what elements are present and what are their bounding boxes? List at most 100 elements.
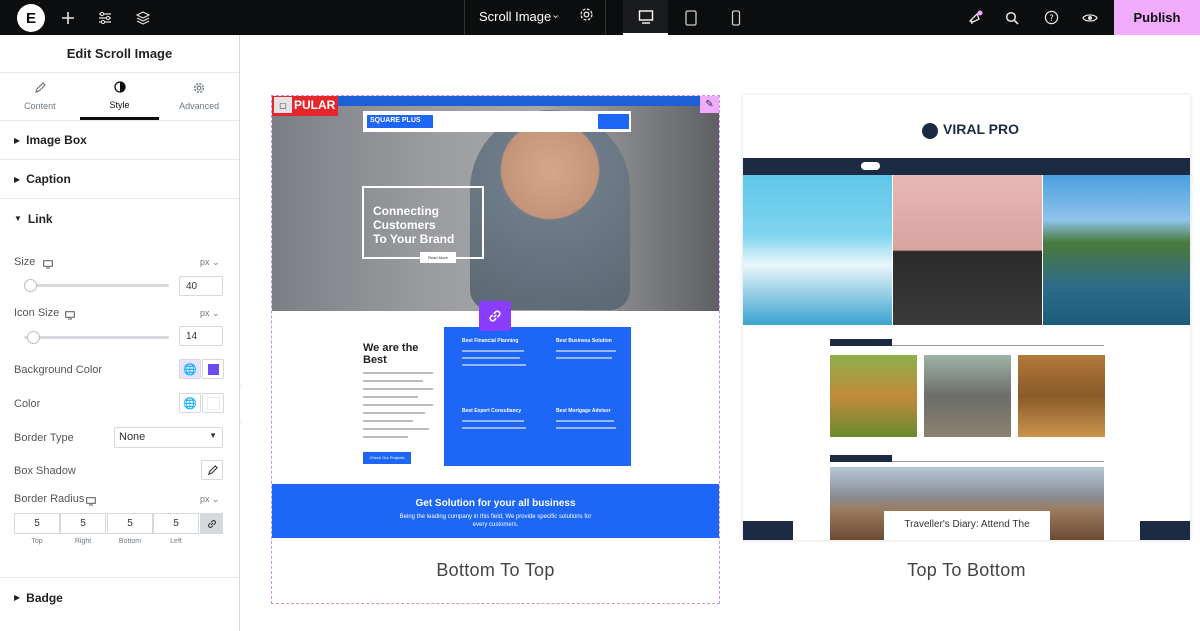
tablet-view-icon[interactable] <box>668 0 713 35</box>
text-line <box>462 357 520 359</box>
caret-down-icon: ▼ <box>14 214 22 223</box>
border-radius-label: Border Radius <box>14 493 85 505</box>
caption-bottom-to-top: Bottom To Top <box>436 560 555 580</box>
section-tag <box>830 339 892 346</box>
icon-size-unit-text: px <box>200 308 210 318</box>
viral-pro-nav-active <box>861 162 880 170</box>
tab-content[interactable]: Content <box>0 73 80 120</box>
border-type-label: Border Type <box>14 432 74 444</box>
size-unit[interactable]: px ⌄ <box>200 257 220 268</box>
icon-size-slider-handle[interactable] <box>27 331 40 344</box>
color-label: Color <box>14 398 41 410</box>
elephant-thumbnail <box>924 355 1011 437</box>
text-line <box>363 436 408 438</box>
radius-left-input[interactable]: 5 <box>153 513 199 534</box>
global-colors-icon[interactable]: 🌐 <box>179 359 201 379</box>
island-image <box>1043 175 1190 325</box>
border-type-select[interactable]: None ▼ <box>114 427 223 448</box>
box-shadow-edit-button[interactable] <box>201 460 223 480</box>
box-shadow-label: Box Shadow <box>14 465 76 477</box>
publish-button[interactable]: Publish <box>1114 0 1200 35</box>
text-line <box>363 372 433 374</box>
service-title: Best Business Solution <box>556 338 612 344</box>
service-title: Best Mortgage Advisor <box>556 408 611 414</box>
elementor-logo[interactable]: E <box>17 4 45 32</box>
add-element-icon[interactable] <box>56 0 80 35</box>
tab-advanced-label: Advanced <box>179 101 220 111</box>
mobile-view-icon[interactable] <box>713 0 758 35</box>
section-caption-label: Caption <box>26 172 71 186</box>
size-unit-text: px <box>200 257 210 267</box>
gear-icon[interactable] <box>579 7 594 27</box>
hero-heading-line: Customers <box>373 218 436 232</box>
lion-thumbnail <box>830 355 917 437</box>
edit-widget-icon[interactable]: ✎ <box>700 96 719 113</box>
radius-right-label: Right <box>74 538 92 545</box>
icon-size-unit[interactable]: px ⌄ <box>200 308 220 319</box>
site-top-strip <box>336 96 719 106</box>
radius-bottom-input[interactable]: 5 <box>107 513 153 534</box>
svg-text:?: ? <box>1049 13 1053 23</box>
radius-bottom-label: Bottom <box>118 538 142 545</box>
size-slider-handle[interactable] <box>24 279 37 292</box>
size-input[interactable]: 40 <box>179 276 223 296</box>
viral-pro-nav <box>743 158 1190 175</box>
radius-top-input[interactable]: 5 <box>14 513 60 534</box>
document-settings[interactable]: Scroll Image ⌄ <box>464 0 606 35</box>
icon-size-input[interactable]: 14 <box>179 326 223 346</box>
link-values-icon[interactable] <box>200 513 223 534</box>
service-title: Best Expert Consultancy <box>462 408 522 414</box>
text-line <box>556 350 616 352</box>
global-colors-icon[interactable]: 🌐 <box>179 393 201 413</box>
background-color-swatch[interactable] <box>202 359 224 379</box>
radius-left-label: Left <box>170 538 182 545</box>
check-projects-button: Check Our Projects <box>363 452 411 464</box>
desktop-responsive-icon[interactable] <box>43 256 53 274</box>
text-line <box>462 350 524 352</box>
caret-right-icon: ▶ <box>14 593 21 602</box>
site-settings-icon[interactable] <box>93 0 117 35</box>
notifications-icon[interactable] <box>963 0 987 35</box>
size-slider[interactable] <box>24 279 169 292</box>
border-radius-unit[interactable]: px ⌄ <box>200 494 220 505</box>
hero-person-image <box>470 110 630 310</box>
preview-eye-icon[interactable] <box>1078 0 1102 35</box>
color-swatch[interactable] <box>202 393 224 413</box>
text-line <box>556 420 614 422</box>
tab-content-label: Content <box>24 101 56 111</box>
desktop-responsive-icon[interactable] <box>65 307 75 325</box>
radius-right-input[interactable]: 5 <box>60 513 106 534</box>
antelope-thumbnail <box>1018 355 1105 437</box>
document-title[interactable]: Scroll Image <box>479 9 551 24</box>
desktop-view-icon[interactable] <box>623 0 668 35</box>
search-icon[interactable] <box>1000 0 1024 35</box>
section-link[interactable]: ▼ Link <box>0 199 239 238</box>
icon-size-slider[interactable] <box>24 331 169 344</box>
tab-style[interactable]: Style <box>79 73 160 120</box>
caret-down-icon: ▼ <box>209 431 217 440</box>
link-icon-button[interactable] <box>479 301 511 331</box>
widget-handle-icon[interactable]: ▢ <box>274 97 292 113</box>
structure-layers-icon[interactable] <box>131 0 155 35</box>
story-title: Traveller's Diary: Attend The <box>884 511 1050 540</box>
help-icon[interactable]: ? <box>1039 0 1063 35</box>
text-line <box>462 420 524 422</box>
section-badge-label: Badge <box>26 590 63 605</box>
section-tag <box>830 455 892 462</box>
section-image-box[interactable]: ▶ Image Box <box>0 121 239 160</box>
text-line <box>556 427 616 429</box>
text-line <box>363 428 429 430</box>
section-caption[interactable]: ▶ Caption <box>0 160 239 199</box>
chevron-down-icon[interactable]: ⌄ <box>551 8 560 21</box>
color-chip <box>206 396 220 410</box>
radius-top-label: Top <box>31 538 43 545</box>
border-type-value: None <box>119 431 146 443</box>
tab-advanced[interactable]: Advanced <box>159 73 239 120</box>
desktop-responsive-icon[interactable] <box>86 493 96 511</box>
viral-pro-logo: VIRAL PRO <box>943 121 1019 137</box>
section-badge[interactable]: ▶ Badge <box>0 578 239 617</box>
gear-icon <box>193 82 205 96</box>
hero-heading: Connecting Customers To Your Brand <box>362 186 484 259</box>
panel-tabs: Content Style Advanced <box>0 73 239 121</box>
site-logo: SQUARE PLUS <box>367 115 433 128</box>
